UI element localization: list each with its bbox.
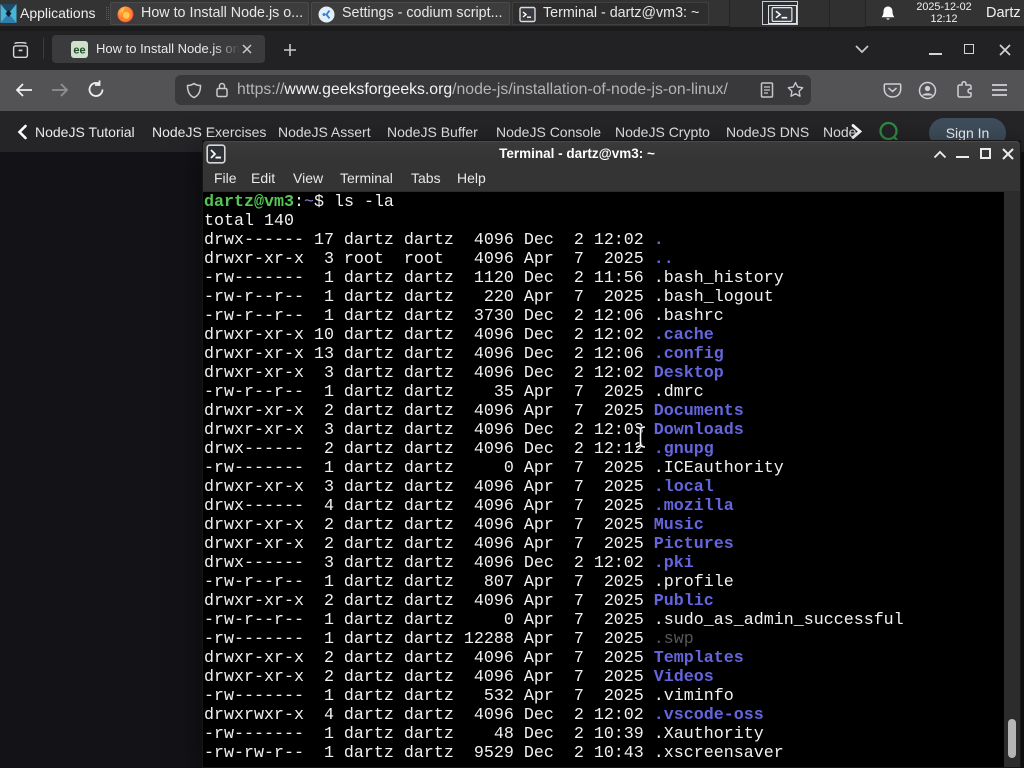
svg-text:ee: ee (73, 45, 85, 57)
